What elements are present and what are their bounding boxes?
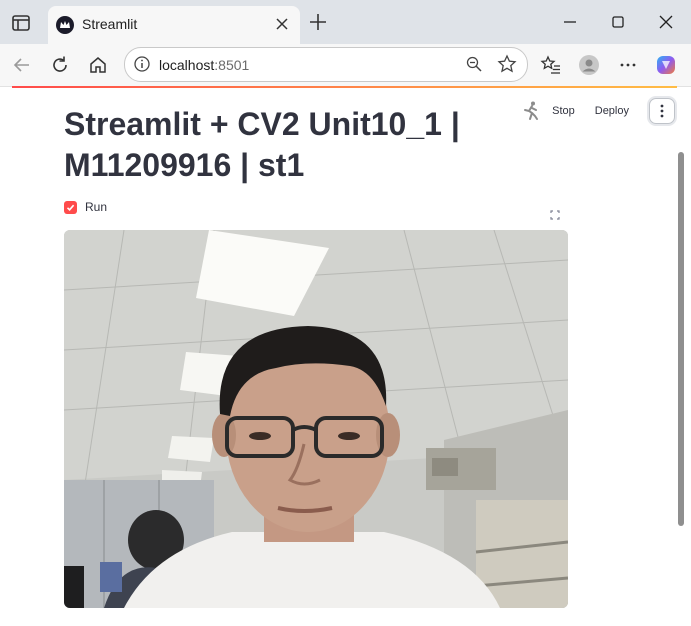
deploy-button[interactable]: Deploy [595,105,629,117]
streamlit-app: Stop Deploy Streamlit + CV2 Unit10_1 | M… [0,88,691,626]
browser-tab[interactable]: Streamlit [48,6,300,44]
browser-tab-bar: Streamlit [0,0,691,45]
main-menu-button[interactable] [649,98,675,124]
url-port: :8501 [214,57,250,73]
copilot-icon[interactable] [655,54,677,76]
app-header: Stop Deploy [520,96,675,126]
address-bar[interactable]: localhost:8501 [124,47,528,82]
star-icon[interactable] [497,54,517,74]
page-title: Streamlit + CV2 Unit10_1 | M11209916 | s… [64,106,460,183]
zoom-out-icon[interactable] [465,55,483,73]
run-checkbox-label: Run [85,200,108,214]
avatar-icon[interactable] [578,54,600,76]
browser-toolbar: localhost:8501 [0,44,691,87]
url-text: localhost:8501 [159,57,249,73]
tab-title: Streamlit [82,16,138,32]
favorites-list-icon[interactable] [540,54,562,76]
close-icon[interactable] [274,16,290,32]
plus-icon[interactable] [308,12,328,32]
webcam-frame-image [64,230,568,608]
streamlit-crown-icon [56,16,74,34]
kebab-menu-icon [660,104,664,118]
window-close-icon[interactable] [656,12,676,32]
url-host: localhost [159,57,215,73]
minimize-icon[interactable] [560,12,580,32]
run-checkbox[interactable]: Run [64,200,107,214]
fullscreen-icon[interactable] [545,205,565,225]
more-icon[interactable] [617,54,639,76]
maximize-icon[interactable] [608,12,628,32]
checkbox-checked-icon[interactable] [64,200,77,214]
back-arrow-icon[interactable] [11,54,33,76]
sidebar-toggle-icon[interactable] [10,12,32,34]
info-icon[interactable] [133,55,151,73]
home-icon[interactable] [87,54,109,76]
scrollbar-thumb[interactable] [678,152,684,526]
reload-icon[interactable] [49,54,71,76]
stop-button[interactable]: Stop [552,105,575,117]
webcam-scene [64,230,568,608]
